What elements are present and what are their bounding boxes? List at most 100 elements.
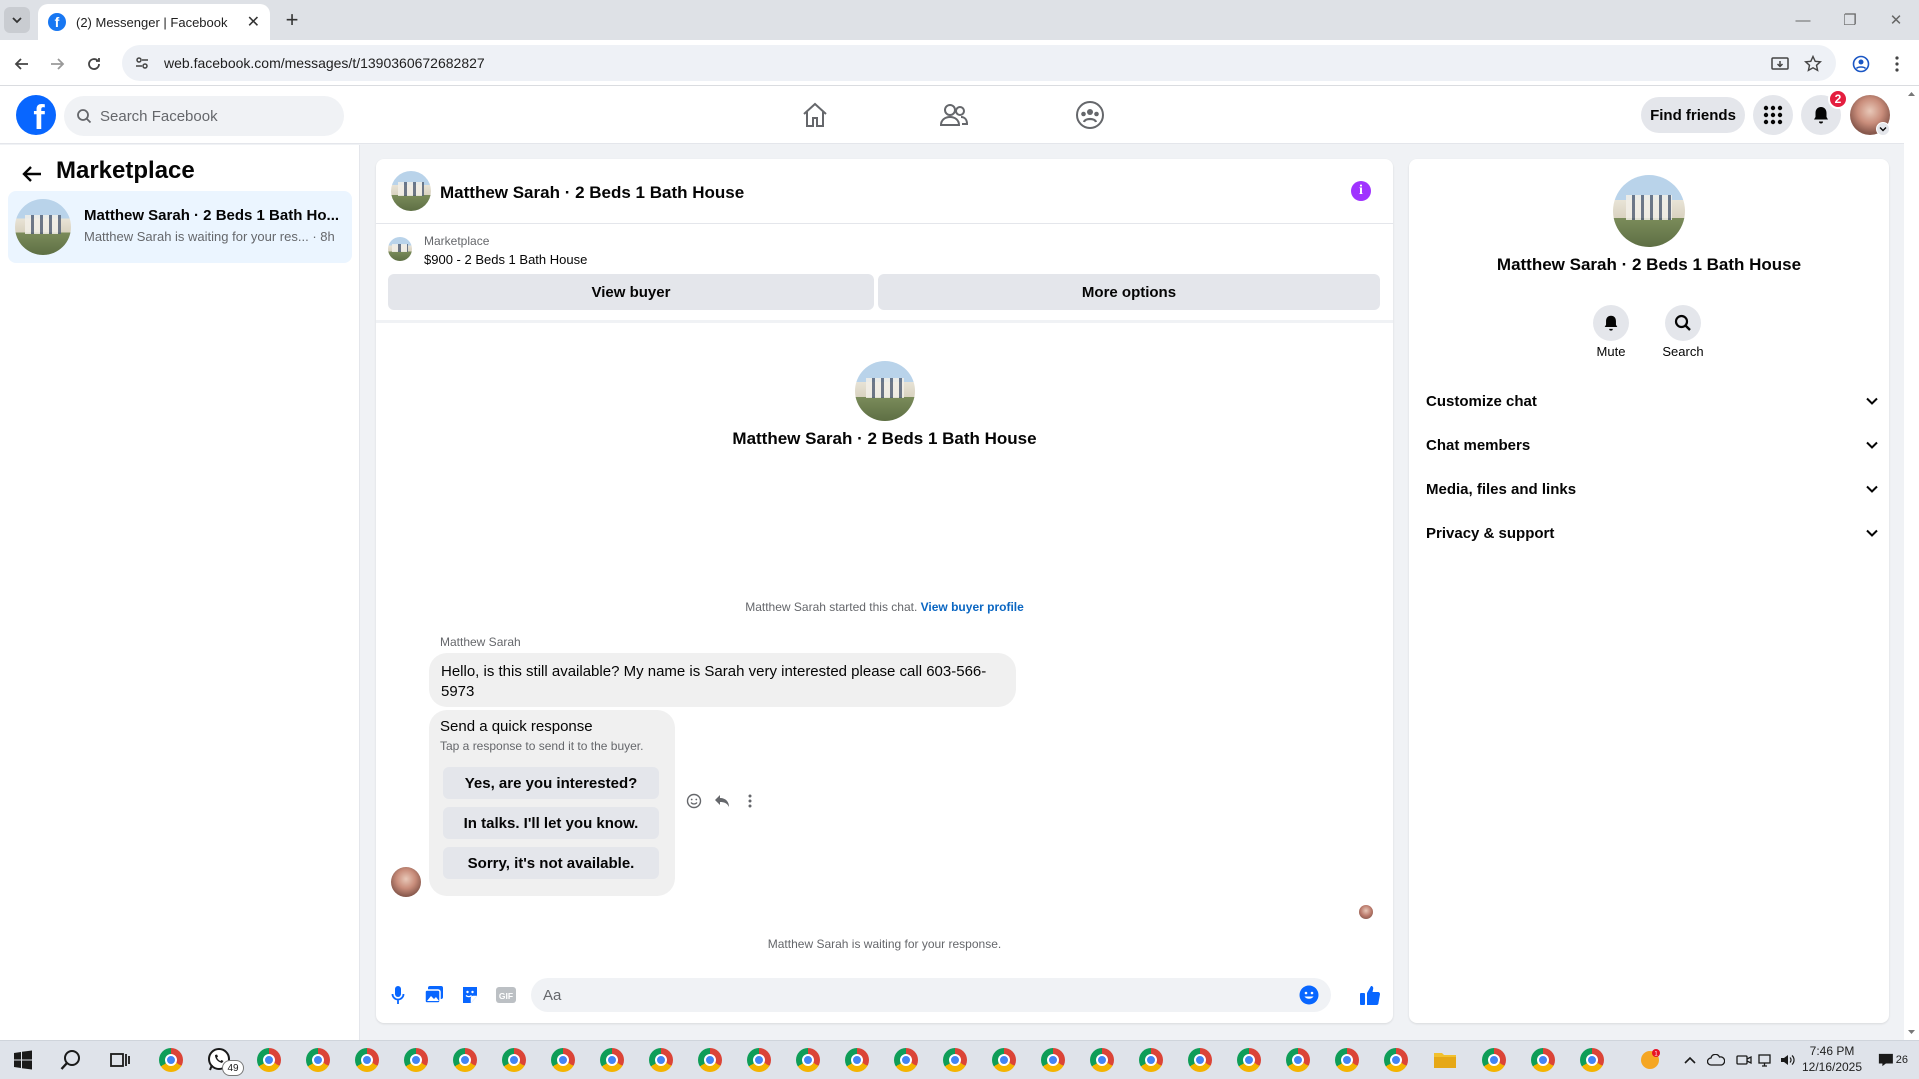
mute-button[interactable] xyxy=(1593,305,1629,341)
like-thumbs-up-icon[interactable] xyxy=(1358,983,1382,1007)
volume-icon[interactable] xyxy=(1778,1046,1798,1074)
emoji-icon[interactable] xyxy=(1299,985,1319,1005)
chrome-taskbar-icon[interactable] xyxy=(402,1046,430,1074)
chrome-taskbar-icon[interactable] xyxy=(255,1046,283,1074)
listing-title[interactable]: $900 - 2 Beds 1 Bath House xyxy=(424,252,587,267)
search-conversation-button[interactable] xyxy=(1665,305,1701,341)
chrome-taskbar-icon[interactable] xyxy=(1039,1046,1067,1074)
reload-icon[interactable] xyxy=(82,52,106,76)
task-view-icon[interactable] xyxy=(106,1046,134,1074)
chrome-taskbar-icon[interactable] xyxy=(843,1046,871,1074)
chrome-taskbar-icon[interactable] xyxy=(598,1046,626,1074)
customize-chat-section[interactable]: Customize chat xyxy=(1424,383,1880,419)
back-arrow-icon[interactable] xyxy=(18,160,46,188)
more-options-button[interactable]: More options xyxy=(878,274,1380,310)
find-friends-button[interactable]: Find friends xyxy=(1641,97,1745,133)
gif-icon[interactable]: GIF xyxy=(494,983,518,1007)
chrome-taskbar-icon[interactable] xyxy=(1480,1046,1508,1074)
friends-icon[interactable] xyxy=(936,100,972,130)
chrome-taskbar-icon[interactable] xyxy=(304,1046,332,1074)
chrome-taskbar-icon[interactable] xyxy=(647,1046,675,1074)
chrome-taskbar-icon[interactable] xyxy=(1284,1046,1312,1074)
facebook-search[interactable] xyxy=(64,96,344,136)
chrome-taskbar-icon[interactable] xyxy=(157,1046,185,1074)
forward-icon[interactable] xyxy=(45,52,69,76)
chrome-taskbar-icon[interactable] xyxy=(451,1046,479,1074)
react-emoji-icon[interactable] xyxy=(684,791,704,811)
minimize-icon[interactable]: — xyxy=(1783,8,1823,32)
chrome-taskbar-icon[interactable] xyxy=(500,1046,528,1074)
url-text[interactable]: web.facebook.com/messages/t/139036067268… xyxy=(164,55,485,71)
close-window-icon[interactable]: ✕ xyxy=(1876,8,1916,32)
bookmark-star-icon[interactable] xyxy=(1801,52,1825,76)
reply-icon[interactable] xyxy=(712,791,732,811)
install-app-icon[interactable] xyxy=(1768,52,1792,76)
groups-icon[interactable] xyxy=(1072,100,1108,130)
chrome-taskbar-icon[interactable] xyxy=(794,1046,822,1074)
network-icon[interactable] xyxy=(1756,1046,1776,1074)
media-files-links-section[interactable]: Media, files and links xyxy=(1424,471,1880,507)
action-center-button[interactable]: 26 xyxy=(1878,1048,1908,1072)
chrome-taskbar-icon[interactable] xyxy=(549,1046,577,1074)
tab-search-button[interactable] xyxy=(4,7,30,33)
info-icon[interactable]: i xyxy=(1351,181,1371,201)
file-explorer-icon[interactable] xyxy=(1431,1046,1459,1074)
view-buyer-button[interactable]: View buyer xyxy=(388,274,874,310)
quick-response-sorry[interactable]: Sorry, it's not available. xyxy=(443,847,659,879)
omnibox[interactable]: web.facebook.com/messages/t/139036067268… xyxy=(122,45,1836,81)
message-composer[interactable] xyxy=(531,978,1331,1012)
whatsapp-badge: 49 xyxy=(222,1060,244,1076)
meet-now-icon[interactable] xyxy=(1734,1046,1754,1074)
chrome-taskbar-icon[interactable] xyxy=(353,1046,381,1074)
chrome-taskbar-icon[interactable] xyxy=(1088,1046,1116,1074)
page-scrollbar[interactable] xyxy=(1904,86,1919,1040)
chrome-taskbar-icon[interactable] xyxy=(892,1046,920,1074)
waiting-notice: Matthew Sarah is waiting for your respon… xyxy=(767,937,1002,951)
message-input[interactable] xyxy=(543,986,1243,1004)
profile-icon[interactable] xyxy=(1849,52,1873,76)
chrome-taskbar-icon[interactable] xyxy=(696,1046,724,1074)
close-tab-icon[interactable]: ✕ xyxy=(247,12,260,32)
sender-avatar[interactable] xyxy=(391,867,421,897)
tray-chevron-up-icon[interactable] xyxy=(1680,1046,1700,1074)
view-buyer-profile-link[interactable]: View buyer profile xyxy=(921,600,1024,614)
browser-menu-icon[interactable] xyxy=(1885,52,1909,76)
site-settings-icon[interactable] xyxy=(134,55,150,71)
chrome-taskbar-icon[interactable] xyxy=(1382,1046,1410,1074)
home-icon[interactable] xyxy=(797,100,833,130)
chrome-taskbar-icon[interactable] xyxy=(1529,1046,1557,1074)
facebook-search-input[interactable] xyxy=(100,107,320,125)
chrome-taskbar-icon[interactable] xyxy=(941,1046,969,1074)
chat-header-title[interactable]: Matthew Sarah · 2 Beds 1 Bath House xyxy=(440,183,744,203)
chrome-taskbar-icon[interactable] xyxy=(990,1046,1018,1074)
chrome-taskbar-icon[interactable] xyxy=(1578,1046,1606,1074)
search-icon[interactable] xyxy=(57,1046,85,1074)
microphone-icon[interactable] xyxy=(386,983,410,1007)
menu-grid-icon[interactable] xyxy=(1753,95,1793,135)
message-bubble[interactable]: Hello, is this still available? My name … xyxy=(429,653,1016,707)
onedrive-icon[interactable] xyxy=(1706,1046,1726,1074)
quick-response-in-talks[interactable]: In talks. I'll let you know. xyxy=(443,807,659,839)
facebook-logo-icon[interactable]: f xyxy=(16,95,56,135)
chevron-down-icon xyxy=(12,17,22,24)
chrome-taskbar-icon[interactable] xyxy=(1235,1046,1263,1074)
weather-widget-icon[interactable]: 1 xyxy=(1636,1046,1664,1074)
more-actions-icon[interactable] xyxy=(740,791,760,811)
privacy-support-section[interactable]: Privacy & support xyxy=(1424,515,1880,551)
chat-header-photo[interactable] xyxy=(391,171,431,211)
chat-members-section[interactable]: Chat members xyxy=(1424,427,1880,463)
new-tab-button[interactable]: + xyxy=(280,7,304,32)
windows-start-icon[interactable] xyxy=(9,1046,37,1074)
taskbar-clock[interactable]: 7:46 PM 12/16/2025 xyxy=(1800,1043,1864,1075)
back-icon[interactable] xyxy=(10,52,34,76)
account-chevron-icon[interactable] xyxy=(1876,122,1890,136)
restore-icon[interactable]: ❐ xyxy=(1830,8,1870,32)
chrome-taskbar-icon[interactable] xyxy=(1333,1046,1361,1074)
chrome-taskbar-icon[interactable] xyxy=(1186,1046,1214,1074)
browser-tab[interactable]: f (2) Messenger | Facebook ✕ xyxy=(38,4,270,40)
chrome-taskbar-icon[interactable] xyxy=(1137,1046,1165,1074)
chrome-taskbar-icon[interactable] xyxy=(745,1046,773,1074)
photo-icon[interactable] xyxy=(422,983,446,1007)
sticker-icon[interactable] xyxy=(458,983,482,1007)
quick-response-yes[interactable]: Yes, are you interested? xyxy=(443,767,659,799)
